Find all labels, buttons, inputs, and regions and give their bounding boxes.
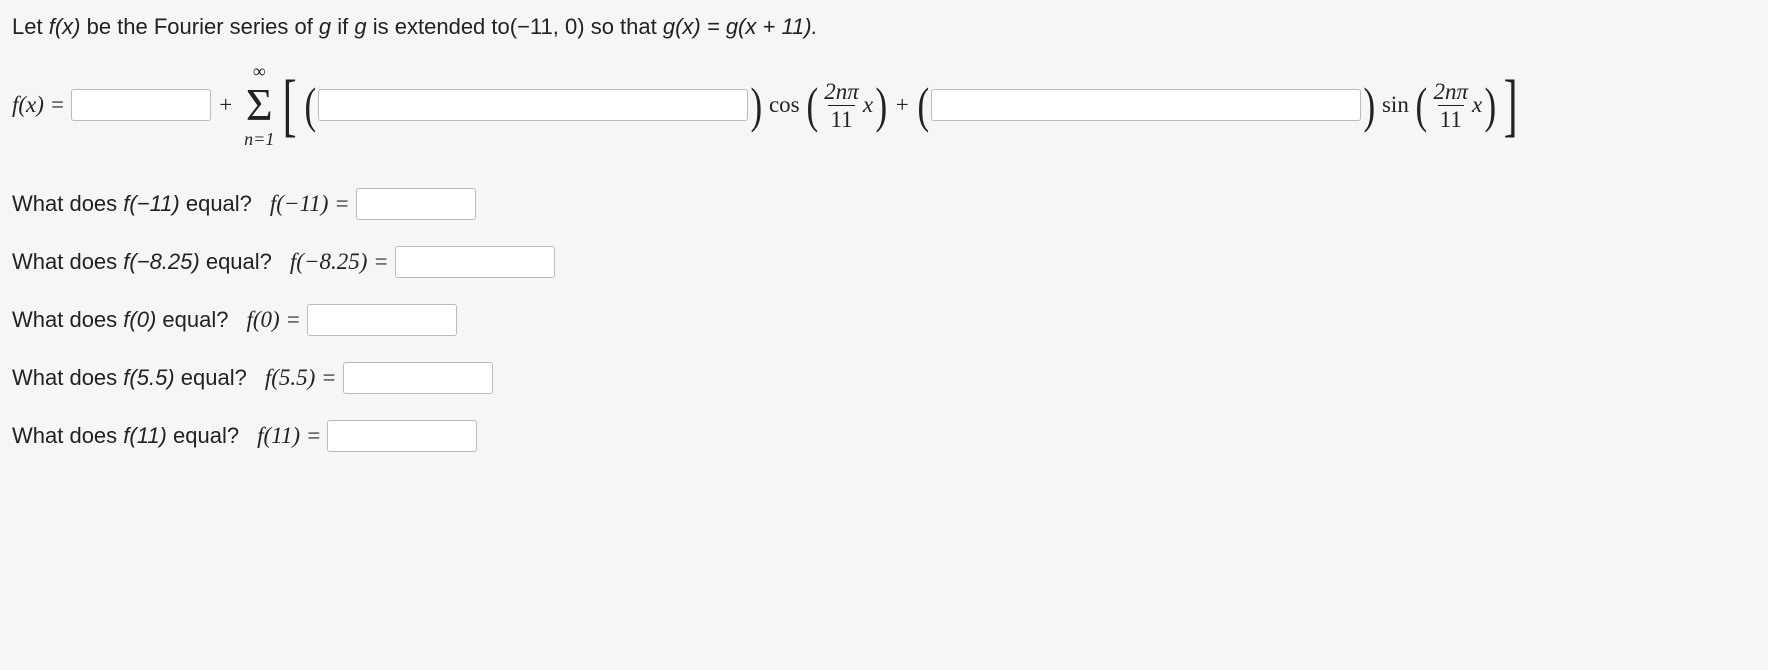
question-equation: f(0) = (246, 307, 300, 333)
question-label: What does f(5.5) equal? (12, 365, 247, 391)
an-input[interactable] (318, 89, 748, 121)
open-paren-1: ( (304, 88, 316, 123)
question-row-1: What does f(−8.25) equal? f(−8.25) = (12, 246, 1756, 278)
cos-label: cos (769, 92, 800, 118)
question-label: What does f(−8.25) equal? (12, 249, 272, 275)
a0-input[interactable] (71, 89, 211, 121)
close-paren-1: ) (751, 88, 763, 123)
question-row-3: What does f(5.5) equal? f(5.5) = (12, 362, 1756, 394)
answer-input-0[interactable] (356, 188, 476, 220)
question-label: What does f(11) equal? (12, 423, 239, 449)
question-row-2: What does f(0) equal? f(0) = (12, 304, 1756, 336)
plus-sign: + (219, 92, 232, 118)
question-equation: f(−11) = (270, 191, 350, 217)
sin-arg-open: ( (1415, 88, 1427, 123)
fx-equals: f(x) = (12, 92, 65, 118)
fourier-formula: f(x) = + ∞ Σ n=1 [ ( ) cos ( 2nπ 11 x ) … (12, 62, 1756, 148)
answer-input-4[interactable] (327, 420, 477, 452)
question-row-0: What does f(−11) equal? f(−11) = (12, 188, 1756, 220)
question-label: What does f(0) equal? (12, 307, 228, 333)
question-equation: f(5.5) = (265, 365, 337, 391)
open-paren-2: ( (917, 88, 929, 123)
cos-x: x (863, 92, 873, 118)
plus-sign-2: + (896, 92, 909, 118)
question-label: What does f(−11) equal? (12, 191, 252, 217)
close-paren-2: ) (1364, 88, 1376, 123)
right-square-bracket: ] (1504, 81, 1518, 130)
sin-x: x (1472, 92, 1482, 118)
answer-input-1[interactable] (395, 246, 555, 278)
cos-arg-open: ( (806, 88, 818, 123)
left-square-bracket: [ (283, 81, 297, 130)
question-equation: f(−8.25) = (290, 249, 389, 275)
answer-input-2[interactable] (307, 304, 457, 336)
cos-fraction: 2nπ 11 (822, 80, 861, 131)
question-equation: f(11) = (257, 423, 321, 449)
bn-input[interactable] (931, 89, 1361, 121)
sin-arg-close: ) (1485, 88, 1497, 123)
sin-fraction: 2nπ 11 (1431, 80, 1470, 131)
prompt-line: Let f(x) be the Fourier series of g if g… (12, 14, 1756, 40)
answer-input-3[interactable] (343, 362, 493, 394)
question-row-4: What does f(11) equal? f(11) = (12, 420, 1756, 452)
sin-label: sin (1382, 92, 1409, 118)
cos-arg-close: ) (876, 88, 888, 123)
summation-symbol: ∞ Σ n=1 (244, 62, 274, 148)
prompt-text: Let f(x) be the Fourier series of g if g… (12, 14, 818, 40)
